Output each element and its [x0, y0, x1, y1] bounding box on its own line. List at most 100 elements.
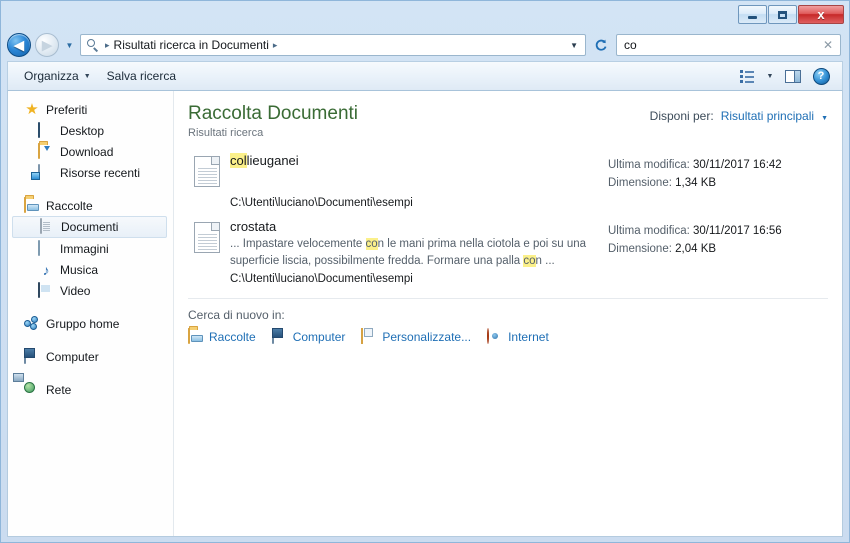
sidebar-label: Risorse recenti: [60, 165, 141, 180]
view-dropdown-button[interactable]: ▼: [762, 65, 778, 87]
recent-places-icon: [38, 163, 54, 181]
search-input[interactable]: co: [624, 38, 820, 52]
close-icon: x: [817, 7, 825, 22]
sidebar-item-immagini[interactable]: Immagini: [8, 238, 173, 259]
title-bar: x: [1, 1, 849, 29]
result-file-name[interactable]: crostata: [230, 219, 598, 235]
size-value: 2,04 KB: [675, 242, 717, 255]
download-folder-icon: [38, 142, 54, 160]
list-item[interactable]: crostata ... Impastare velocemente con l…: [188, 213, 828, 289]
search-again-raccolte[interactable]: Raccolte: [188, 328, 256, 345]
file-icon-cell: [188, 153, 230, 209]
refresh-icon: [595, 39, 607, 51]
address-bar-row: ◀ ▶ ▼ ▸ Risultati ricerca in Documenti ▸…: [1, 29, 849, 61]
search-box[interactable]: co ✕: [616, 34, 841, 56]
breadcrumb-trailing-separator-icon[interactable]: ▸: [269, 40, 282, 51]
snippet-post: n ...: [535, 254, 555, 267]
sidebar-item-gruppo-home[interactable]: Gruppo home: [8, 313, 173, 334]
sidebar-label: Preferiti: [46, 102, 88, 117]
preview-pane-button[interactable]: [780, 65, 806, 87]
forward-arrow-icon: ▶: [42, 37, 52, 53]
close-button[interactable]: x: [798, 5, 844, 24]
arrange-by-control: Disponi per: Risultati principali ▼: [650, 103, 828, 123]
sidebar-label: Raccolte: [46, 198, 93, 213]
highlight-match: co: [365, 238, 378, 251]
content-pane: Raccolta Documenti Risultati ricerca Dis…: [174, 91, 842, 536]
result-size-line: Dimensione: 2,04 KB: [608, 241, 828, 259]
page-subtitle: Risultati ricerca: [188, 126, 264, 139]
custom-locations-icon: [361, 328, 377, 345]
result-main: crostata ... Impastare velocemente con l…: [230, 219, 608, 285]
network-icon: [24, 382, 40, 398]
breadcrumb-path[interactable]: Risultati ricerca in Documenti: [114, 38, 269, 52]
forward-button[interactable]: ▶: [35, 33, 59, 57]
chevron-down-icon: ▼: [83, 72, 91, 80]
organize-label: Organizza: [24, 69, 79, 83]
documents-library-icon: [39, 218, 55, 235]
history-dropdown-button[interactable]: ▼: [63, 41, 76, 50]
minimize-button[interactable]: [738, 5, 767, 24]
command-toolbar: Organizza ▼ Salva ricerca ▼ ?: [7, 61, 843, 91]
video-library-icon: [38, 281, 54, 299]
search-again-item-label: Raccolte: [209, 330, 256, 344]
sidebar-item-desktop[interactable]: Desktop: [8, 120, 173, 141]
help-button[interactable]: ?: [808, 65, 834, 87]
text-document-icon: [194, 155, 220, 187]
search-again-personalizzate[interactable]: Personalizzate...: [361, 328, 471, 345]
sidebar-item-documenti[interactable]: Documenti: [12, 216, 167, 238]
sidebar-item-computer[interactable]: Computer: [8, 346, 173, 367]
organize-button[interactable]: Organizza ▼: [16, 65, 99, 87]
sidebar-item-download[interactable]: Download: [8, 141, 173, 162]
result-modified-line: Ultima modifica: 30/11/2017 16:56: [608, 223, 828, 241]
firefox-browser-icon: [487, 328, 503, 345]
sidebar-item-preferiti[interactable]: ★ Preferiti: [8, 99, 173, 120]
sidebar-item-rete[interactable]: Rete: [8, 379, 173, 400]
result-metadata: Ultima modifica: 30/11/2017 16:42 Dimens…: [608, 153, 828, 209]
save-search-label: Salva ricerca: [106, 69, 176, 83]
sidebar-label: Computer: [46, 349, 99, 364]
sidebar-label: Video: [60, 283, 91, 298]
refresh-button[interactable]: [590, 34, 612, 56]
address-dropdown-icon[interactable]: ▼: [565, 41, 583, 50]
clear-search-icon[interactable]: ✕: [820, 38, 836, 52]
sidebar-item-musica[interactable]: ♪ Musica: [8, 259, 173, 280]
size-value: 1,34 KB: [675, 176, 717, 189]
result-modified-line: Ultima modifica: 30/11/2017 16:42: [608, 157, 828, 175]
nav-group-favorites: ★ Preferiti Desktop Download Risorse rec…: [8, 99, 173, 183]
homegroup-icon: [24, 315, 40, 332]
breadcrumb-separator-icon: ▸: [105, 39, 110, 50]
result-file-name[interactable]: collieuganei: [230, 152, 598, 169]
maximize-button[interactable]: [768, 5, 797, 24]
modified-label: Ultima modifica:: [608, 225, 690, 238]
sidebar-item-video[interactable]: Video: [8, 280, 173, 301]
highlight-match: col: [230, 152, 247, 168]
size-label: Dimensione:: [608, 242, 672, 255]
sidebar-label: Download: [60, 144, 114, 159]
navigation-pane: ★ Preferiti Desktop Download Risorse rec…: [8, 91, 174, 536]
result-name-rest: lieuganei: [246, 152, 299, 168]
preview-pane-icon: [785, 69, 801, 83]
arrange-by-value[interactable]: Risultati principali: [721, 109, 814, 123]
search-again-label: Cerca di nuovo in:: [188, 308, 285, 322]
search-again-computer[interactable]: Computer: [271, 328, 345, 345]
change-view-button[interactable]: [734, 65, 760, 87]
save-search-button[interactable]: Salva ricerca: [99, 65, 184, 87]
address-bar[interactable]: ▸ Risultati ricerca in Documenti ▸ ▼: [80, 34, 586, 56]
list-item[interactable]: collieuganei C:\Utenti\luciano\Documenti…: [188, 147, 828, 213]
maximize-icon: [778, 10, 787, 19]
library-title-block: Raccolta Documenti Risultati ricerca: [188, 103, 358, 139]
sidebar-item-raccolte[interactable]: Raccolte: [8, 195, 173, 216]
search-again-item-label: Internet: [508, 330, 549, 344]
help-icon: ?: [812, 67, 830, 85]
snippet-pre: ... Impastare velocemente: [230, 238, 366, 251]
sidebar-label: Musica: [60, 262, 99, 277]
chevron-down-icon[interactable]: ▼: [821, 115, 828, 122]
search-again-internet[interactable]: Internet: [487, 328, 549, 345]
nav-group-homegroup: Gruppo home: [8, 313, 173, 334]
file-icon-cell: [188, 219, 230, 285]
nav-group-network: Rete: [8, 379, 173, 400]
sidebar-item-risorse-recenti[interactable]: Risorse recenti: [8, 162, 173, 183]
back-button[interactable]: ◀: [7, 33, 31, 57]
minimize-icon: [748, 15, 757, 19]
star-icon: ★: [25, 100, 39, 118]
